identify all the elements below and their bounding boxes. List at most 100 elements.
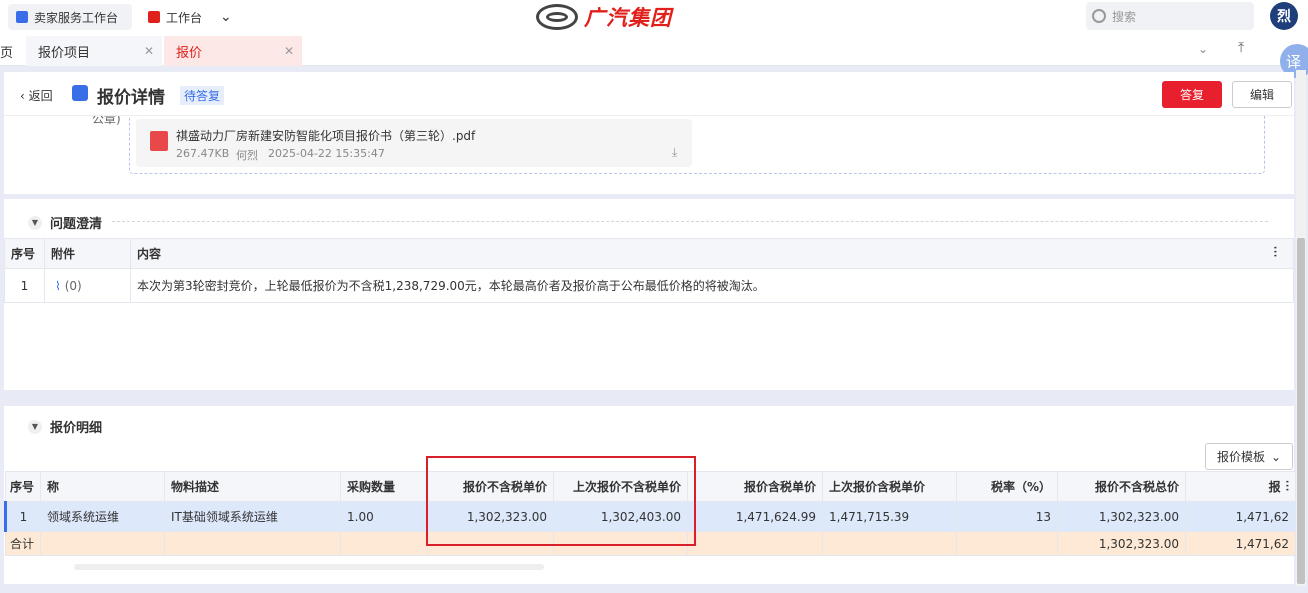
unit-price-in-tax: 1,471,624.99 [687, 501, 823, 532]
attachment-card: 公章) 祺盛动力厂房新建安防智能化项目报价书（第三轮）.pdf 267.47KB… [4, 112, 1294, 194]
highlight-box [426, 456, 696, 546]
status-badge: 待答复 [180, 86, 225, 105]
avatar[interactable]: 烈 [1270, 2, 1298, 30]
translate-label: 译 [1286, 52, 1302, 71]
purchase-quantity: 1.00 [340, 501, 428, 532]
column-header-label: 报 [1268, 480, 1281, 494]
gac-emblem [536, 4, 578, 30]
workbench-label: 工作台 [166, 10, 203, 25]
seller-workbench-label: 卖家服务工作台 [34, 10, 119, 25]
close-icon[interactable]: ✕ [144, 44, 154, 58]
download-icon[interactable]: ⤓ [672, 145, 677, 160]
quote-detail-title[interactable]: ▼ 报价明细 [28, 417, 102, 436]
quote-detail-section: ▼ 报价明细 报价模板 ⌄ 序号 称 物料描述 采购数量 报价不含税单价 上次报价… [4, 406, 1296, 584]
workbench-red-icon [148, 11, 160, 23]
attachment-file[interactable]: 祺盛动力厂房新建安防智能化项目报价书（第三轮）.pdf 267.47KB 何烈 … [136, 119, 692, 167]
close-icon[interactable]: ✕ [284, 44, 294, 58]
back-link[interactable]: ‹ 返回 [20, 87, 53, 104]
tab-quote[interactable]: 报价 ✕ [164, 36, 302, 66]
column-header-label: 内容 [137, 247, 162, 261]
row-number: 1 [4, 501, 41, 532]
total-price-ex-tax: 1,302,323.00 [1057, 501, 1186, 532]
column-header: 序号 [4, 238, 45, 269]
empty-cell [687, 531, 823, 556]
total-in-tax: 1,471,62 [1185, 531, 1296, 556]
tab-label: 报价项目 [38, 45, 91, 61]
tab-partial[interactable]: 页 [0, 36, 20, 66]
total-ex-tax: 1,302,323.00 [1057, 531, 1186, 556]
attachment-time: 2025-04-22 15:35:47 [268, 147, 385, 160]
column-header: 序号 [5, 471, 41, 502]
workbench-dropdown[interactable]: 工作台 ⌄ [140, 4, 250, 30]
material-description: IT基础领域系统运维 [164, 501, 341, 532]
edit-button[interactable]: 编辑 [1232, 81, 1292, 108]
chevron-down-icon: ▼ [28, 215, 42, 230]
table-header-row: 序号 附件 内容 ⫶ [4, 238, 1294, 269]
attachment-cell[interactable]: ⌇ (0) [44, 268, 131, 303]
attachment-filename[interactable]: 祺盛动力厂房新建安防智能化项目报价书（第三轮）.pdf [176, 127, 475, 144]
page-title: 报价详情 [97, 88, 165, 108]
pdf-icon [150, 131, 168, 151]
upload-icon[interactable]: ⤒ [1238, 40, 1244, 56]
tax-rate: 13 [956, 501, 1058, 532]
table-row: 1 ⌇ (0) 本次为第3轮密封竞价，上轮最低报价为不含税1,238,729.0… [4, 268, 1294, 303]
column-settings-icon[interactable]: ⫶ [1281, 479, 1289, 495]
empty-cell [40, 531, 165, 556]
total-price-in-tax: 1,471,62 [1185, 501, 1296, 532]
clarification-table: 序号 附件 内容 ⫶ 1 ⌇ (0) 本次为第3轮密封竞价，上轮最低报价为不含税1… [4, 238, 1294, 303]
column-header: 上次报价含税单价 [822, 471, 957, 502]
empty-cell [164, 531, 341, 556]
search-placeholder: 搜索 [1112, 9, 1137, 24]
last-unit-price-in-tax: 1,471,715.39 [822, 501, 957, 532]
search-input[interactable]: 搜索 [1086, 2, 1254, 30]
paperclip-icon: ⌇ [55, 278, 61, 293]
column-header: 报价不含税总价 [1057, 471, 1186, 502]
row-number: 1 [4, 268, 45, 303]
vertical-scrollbar-thumb[interactable] [1297, 238, 1305, 584]
workbench-icon [16, 11, 28, 23]
reply-button[interactable]: 答复 [1162, 81, 1222, 108]
attachment-uploader: 何烈 [236, 149, 258, 162]
tab-bar: 页 报价项目 ✕ 报价 ✕ ⌄ ⤒ [0, 36, 1308, 66]
material-name: 领域系统运维 [40, 501, 165, 532]
chevron-down-icon: ⌄ [220, 9, 232, 25]
clarification-section: ▼ 问题澄清 序号 附件 内容 ⫶ 1 ⌇ (0) 本次为第3轮密封竞价，上轮最低… [4, 199, 1294, 390]
chevron-down-icon: ⌄ [1270, 449, 1282, 464]
search-icon [1092, 9, 1106, 23]
column-header: 报 ⫶ [1185, 471, 1296, 502]
document-icon [72, 85, 88, 101]
empty-cell [340, 531, 428, 556]
chevron-down-icon[interactable]: ⌄ [1198, 42, 1208, 56]
detail-header: ‹ 返回 报价详情 待答复 答复 编辑 [4, 72, 1294, 116]
column-header: 附件 [44, 238, 131, 269]
attachment-count: (0) [64, 278, 82, 293]
column-header: 称 [40, 471, 165, 502]
brand-logo: 广汽集团 [536, 2, 672, 32]
column-settings-icon[interactable]: ⫶ [1274, 245, 1278, 261]
brand-name: 广汽集团 [584, 6, 672, 30]
total-label: 合计 [5, 531, 41, 556]
column-header: 内容 ⫶ [130, 238, 1294, 269]
horizontal-scrollbar[interactable] [74, 564, 544, 570]
column-header: 税率（%） [956, 471, 1058, 502]
seller-workbench-tab[interactable]: 卖家服务工作台 [8, 4, 132, 30]
column-header: 物料描述 [164, 471, 341, 502]
column-header: 采购数量 [340, 471, 428, 502]
clarification-title[interactable]: ▼ 问题澄清 [28, 213, 102, 232]
quote-template-button[interactable]: 报价模板 ⌄ [1205, 443, 1293, 470]
template-button-label: 报价模板 [1216, 450, 1265, 464]
section-title-label: 问题澄清 [50, 217, 103, 232]
top-bar: 卖家服务工作台 工作台 ⌄ 广汽集团 搜索 烈 [0, 0, 1308, 36]
clarification-content: 本次为第3轮密封竞价，上轮最低报价为不含税1,238,729.00元，本轮最高价… [130, 268, 1294, 303]
section-divider [112, 221, 1268, 222]
section-title-label: 报价明细 [50, 421, 103, 436]
attachment-size: 267.47KB [176, 147, 230, 160]
tab-label: 报价 [176, 45, 203, 61]
tab-quote-project[interactable]: 报价项目 ✕ [26, 36, 162, 66]
chevron-down-icon: ▼ [28, 419, 42, 434]
back-label: 返回 [28, 89, 53, 103]
tab-partial-label: 页 [0, 45, 14, 61]
empty-cell [822, 531, 957, 556]
empty-cell [956, 531, 1058, 556]
column-header: 报价含税单价 [687, 471, 823, 502]
